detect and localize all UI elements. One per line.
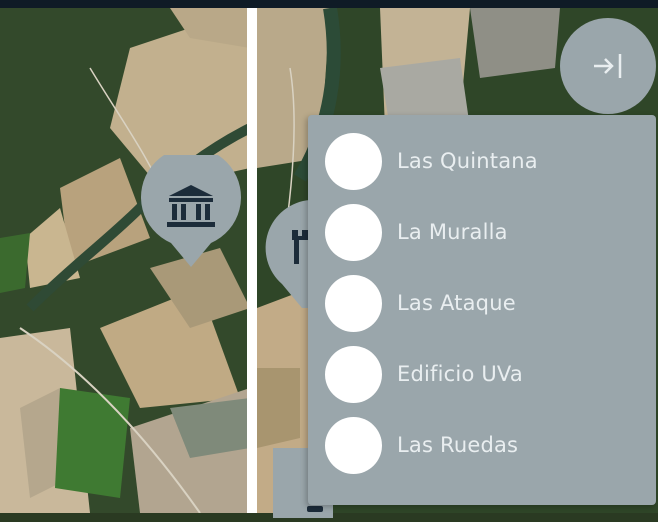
poi-thumbnail <box>325 346 382 403</box>
poi-thumbnail <box>325 275 382 332</box>
arrow-right-to-bar-icon <box>594 54 622 78</box>
poi-thumbnail <box>325 204 382 261</box>
poi-item-las-ataque[interactable]: Las Ataque <box>308 272 656 334</box>
top-status-bar <box>0 0 658 8</box>
place-icon <box>307 506 323 512</box>
museum-marker[interactable] <box>141 147 241 267</box>
poi-thumbnail <box>325 417 382 474</box>
poi-label: La Muralla <box>397 220 508 244</box>
poi-label: Las Quintana <box>397 149 538 173</box>
poi-item-las-ruedas[interactable]: Las Ruedas <box>308 414 656 476</box>
poi-label: Edificio UVa <box>397 362 523 386</box>
poi-item-edificio-uva[interactable]: Edificio UVa <box>308 343 656 405</box>
poi-list-panel: Las Quintana La Muralla Las Ataque Edifi… <box>308 115 656 505</box>
collapse-panel-button[interactable] <box>560 18 656 114</box>
poi-label: Las Ruedas <box>397 433 519 457</box>
poi-item-las-quintana[interactable]: Las Quintana <box>308 130 656 192</box>
split-divider[interactable] <box>247 8 257 513</box>
poi-item-la-muralla[interactable]: La Muralla <box>308 201 656 263</box>
poi-thumbnail <box>325 133 382 190</box>
poi-label: Las Ataque <box>397 291 516 315</box>
